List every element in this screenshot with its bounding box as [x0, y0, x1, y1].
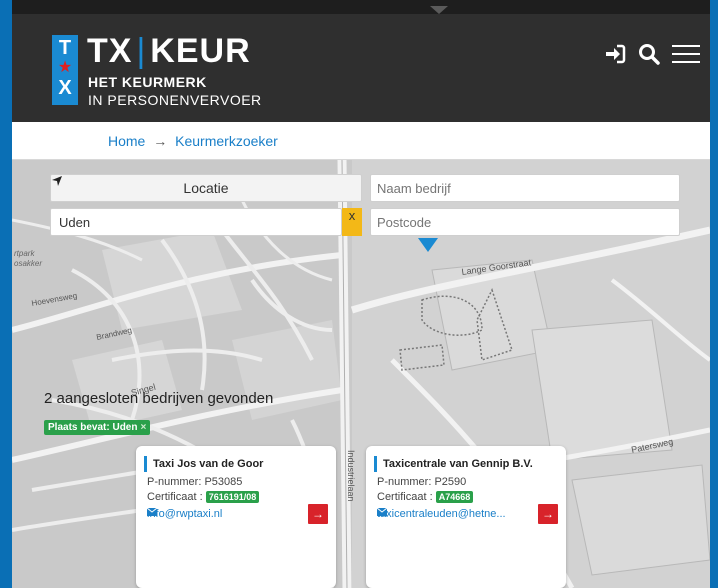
company-name[interactable]: Taxicentrale van Gennip B.V.: [374, 456, 533, 472]
postcode-input[interactable]: [370, 208, 680, 236]
company-email-link[interactable]: taxicentraleuden@hetne...: [377, 508, 506, 520]
company-card[interactable]: Taxicentrale van Gennip B.V. P-nummer: P…: [366, 446, 566, 588]
tagline-line-1: HET KEURMERK: [88, 74, 207, 90]
top-notch: [430, 6, 448, 14]
filter-remove-icon[interactable]: ×: [140, 422, 146, 433]
open-company-button[interactable]: →: [538, 504, 558, 524]
company-name[interactable]: Taxi Jos van de Goor: [144, 456, 263, 472]
envelope-icon: [377, 508, 387, 516]
top-bar: [0, 0, 718, 14]
map-label-industrielaan: Industrielaan: [346, 450, 356, 502]
company-card[interactable]: Taxi Jos van de Goor P-nummer: P53085 Ce…: [136, 446, 336, 588]
certificate-badge: A74668: [435, 491, 474, 503]
left-border: [0, 0, 12, 588]
star-icon: ★: [57, 59, 73, 76]
login-icon[interactable]: [604, 44, 626, 64]
brand-left: TX: [87, 32, 133, 70]
breadcrumb-current[interactable]: Keurmerkzoeker: [175, 133, 278, 149]
breadcrumb: Home → Keurmerkzoeker: [12, 122, 710, 160]
right-border: [710, 0, 718, 588]
certificate-badge: 7616191/08: [205, 491, 260, 503]
company-email: taxicentraleuden@hetne...: [377, 508, 506, 520]
map-view[interactable]: Lange Goorstraat Industrielaan Hoevenswe…: [12, 160, 710, 588]
breadcrumb-arrow-icon: →: [153, 133, 168, 149]
logo-letter-t: T: [58, 37, 72, 59]
locatie-label: Locatie: [183, 180, 229, 196]
company-certificate: Certificaat : A74668: [377, 491, 474, 503]
brand-separator: |: [136, 32, 147, 70]
certificate-label: Certificaat :: [377, 491, 433, 503]
filter-badge[interactable]: Plaats bevat: Uden ×: [44, 420, 151, 435]
map-label-bosakker: osakker: [14, 259, 42, 268]
company-pnummer: P-nummer: P53085: [147, 476, 243, 488]
header-actions: [604, 40, 700, 68]
certificate-label: Certificaat :: [147, 491, 203, 503]
company-email-link[interactable]: info@rwptaxi.nl: [147, 508, 222, 520]
place-input[interactable]: [50, 208, 342, 236]
site-header: T ★ X TX | KEUR HET KEURMERK IN PERSONENVE…: [12, 14, 710, 122]
company-pnummer: P-nummer: P2590: [377, 476, 467, 488]
clear-place-button[interactable]: x: [342, 208, 362, 236]
locatie-button[interactable]: Locatie: [50, 174, 362, 202]
brand-title[interactable]: TX | KEUR: [87, 32, 251, 70]
hamburger-menu-icon[interactable]: [672, 43, 700, 65]
breadcrumb-home-link[interactable]: Home: [108, 133, 145, 149]
logo[interactable]: T ★ X: [52, 35, 78, 105]
map-label-park: rtpark: [14, 249, 35, 258]
brand-right: KEUR: [150, 32, 251, 70]
company-email: info@rwptaxi.nl: [147, 508, 223, 520]
location-arrow-icon: [52, 176, 62, 186]
result-count: 2 aangesloten bedrijven gevonden: [44, 390, 274, 407]
filter-label: Plaats bevat: Uden: [48, 422, 138, 433]
company-certificate: Certificaat : 7616191/08: [147, 491, 260, 503]
company-name-input[interactable]: [370, 174, 680, 202]
envelope-icon: [147, 508, 157, 516]
search-icon[interactable]: [638, 43, 660, 65]
tagline-line-2: IN PERSONENVERVOER: [88, 92, 262, 108]
open-company-button[interactable]: →: [308, 504, 328, 524]
map-pin-icon[interactable]: [418, 238, 438, 252]
logo-letter-x: X: [58, 77, 72, 99]
